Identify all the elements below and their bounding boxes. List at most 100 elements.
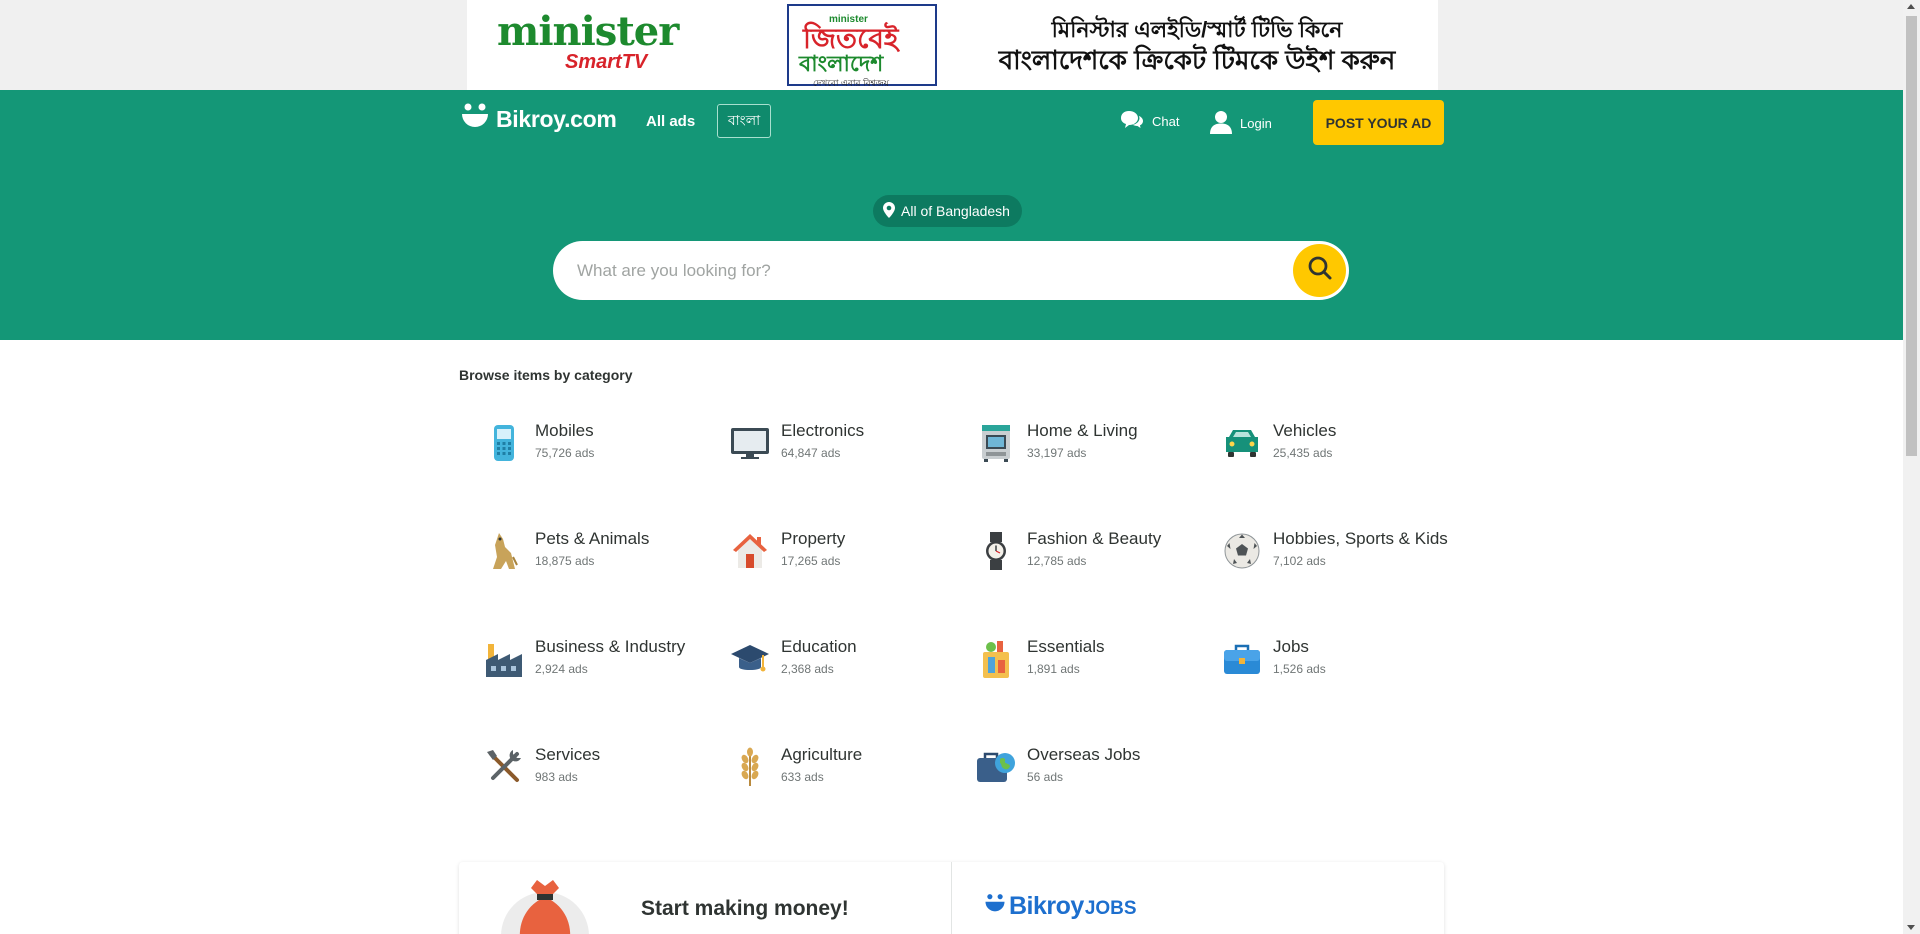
language-toggle-button[interactable]: বাংলা	[717, 104, 771, 138]
category-name: Jobs	[1273, 637, 1309, 656]
factory-icon	[483, 638, 525, 680]
money-bag-icon	[493, 874, 603, 934]
category-name: Business & Industry	[535, 637, 686, 656]
category-home-living[interactable]: Home & Living 33,197 ads	[975, 420, 1215, 470]
scroll-down-arrow-icon[interactable]	[1907, 925, 1915, 930]
login-link[interactable]: Login	[1210, 110, 1272, 137]
mobile-phone-icon	[483, 422, 525, 464]
category-count: 17,265 ads	[781, 554, 841, 568]
start-making-money-title: Start making money!	[641, 897, 849, 920]
category-count: 12,785 ads	[1027, 554, 1087, 568]
map-pin-icon	[883, 201, 895, 221]
category-name: Fashion & Beauty	[1027, 529, 1162, 548]
category-name: Agriculture	[781, 745, 863, 764]
user-icon	[1210, 110, 1232, 137]
browse-categories-title: Browse items by category	[459, 367, 633, 383]
category-fashion-beauty[interactable]: Fashion & Beauty 12,785 ads	[975, 528, 1215, 578]
category-education[interactable]: Education 2,368 ads	[729, 636, 969, 686]
banner-campaign-badge: minister জিতবেই বাংলাদেশ দেখবো এবার বিশ্…	[787, 4, 937, 88]
category-name: Services	[535, 745, 601, 764]
briefcase-icon	[1221, 638, 1263, 680]
category-essentials[interactable]: Essentials 1,891 ads	[975, 636, 1215, 686]
category-agriculture[interactable]: Agriculture 633 ads	[729, 744, 969, 794]
category-vehicles[interactable]: Vehicles 25,435 ads	[1221, 420, 1461, 470]
smiley-logo-icon	[984, 893, 1006, 920]
search-button[interactable]	[1293, 244, 1346, 297]
grocery-bag-icon	[975, 638, 1017, 680]
banner-badge-line1: জিতবেই	[803, 23, 899, 54]
site-logo[interactable]: Bikroy.com	[460, 103, 617, 136]
cards-divider	[951, 862, 952, 934]
category-hobbies-sports-kids[interactable]: Hobbies, Sports & Kids 7,102 ads	[1221, 528, 1461, 578]
category-name: Property	[781, 529, 846, 548]
chat-link[interactable]: Chat	[1120, 110, 1179, 133]
ad-banner[interactable]: minister SmartTV minister জিতবেই বাংলাদে…	[467, 0, 1438, 90]
category-name: Home & Living	[1027, 421, 1138, 440]
category-name: Electronics	[781, 421, 865, 440]
car-icon	[1221, 422, 1263, 464]
category-count: 1,891 ads	[1027, 662, 1080, 676]
banner-badge-line3: দেখবো এবার বিশ্বজয়	[813, 78, 890, 88]
category-count: 75,726 ads	[535, 446, 595, 460]
search-input[interactable]	[577, 241, 1257, 300]
category-count: 18,875 ads	[535, 554, 595, 568]
post-your-ad-button[interactable]: POST YOUR AD	[1313, 100, 1444, 145]
banner-slogan-line1: মিনিস্টার এলইডি/স্মার্ট টিভি কিনে	[1051, 17, 1343, 42]
banner-brand-logo: minister SmartTV	[497, 8, 679, 73]
bikroy-jobs-logo[interactable]: Bikroy JOBS	[984, 892, 1137, 921]
chat-bubbles-icon	[1120, 110, 1144, 133]
monitor-icon	[729, 422, 771, 464]
category-services[interactable]: Services 983 ads	[483, 744, 723, 794]
category-name: Pets & Animals	[535, 529, 650, 548]
category-grid: Mobiles 75,726 ads Electronics 64,847 ad…	[483, 420, 1483, 800]
location-selector[interactable]: All of Bangladesh	[873, 195, 1022, 227]
category-count: 7,102 ads	[1273, 554, 1326, 568]
category-mobiles[interactable]: Mobiles 75,726 ads	[483, 420, 723, 470]
header: Bikroy.com All ads বাংলা Chat Login POST…	[0, 90, 1903, 340]
category-count: 983 ads	[535, 770, 578, 784]
all-ads-link[interactable]: All ads	[646, 113, 695, 130]
category-name: Vehicles	[1273, 421, 1337, 440]
category-property[interactable]: Property 17,265 ads	[729, 528, 969, 578]
category-business-industry[interactable]: Business & Industry 2,924 ads	[483, 636, 723, 686]
category-count: 33,197 ads	[1027, 446, 1087, 460]
category-count: 2,368 ads	[781, 662, 834, 676]
banner-slogan-line2: বাংলাদেশকে ক্রিকেট টিমকে উইশ করুন	[998, 45, 1396, 75]
ad-banner-area: minister SmartTV minister জিতবেই বাংলাদে…	[0, 0, 1903, 90]
football-icon	[1221, 530, 1263, 572]
banner-brand-name: minister	[497, 8, 679, 55]
category-count: 25,435 ads	[1273, 446, 1333, 460]
watch-icon	[975, 530, 1017, 572]
category-name: Essentials	[1027, 637, 1105, 656]
home-appliance-icon	[975, 422, 1017, 464]
scroll-up-arrow-icon[interactable]	[1907, 4, 1915, 9]
search-bar	[553, 241, 1349, 300]
category-count: 64,847 ads	[781, 446, 841, 460]
category-count: 56 ads	[1027, 770, 1064, 784]
smiley-logo-icon	[460, 103, 490, 136]
banner-badge-line2: বাংলাদেশ	[799, 51, 884, 76]
category-jobs[interactable]: Jobs 1,526 ads	[1221, 636, 1461, 686]
category-count: 633 ads	[781, 770, 824, 784]
pet-icon	[483, 530, 525, 572]
login-label: Login	[1240, 116, 1272, 131]
jobs-brand-text: Bikroy	[1009, 892, 1084, 920]
category-name: Education	[781, 637, 857, 656]
jobs-suffix-text: JOBS	[1084, 897, 1137, 919]
site-logo-text: Bikroy.com	[496, 105, 617, 132]
page-scrollbar[interactable]	[1903, 0, 1920, 934]
category-electronics[interactable]: Electronics 64,847 ads	[729, 420, 969, 470]
banner-slogan: মিনিস্টার এলইডি/স্মার্ট টিভি কিনে বাংলাদ…	[987, 16, 1407, 76]
location-label: All of Bangladesh	[901, 203, 1010, 219]
category-overseas-jobs[interactable]: Overseas Jobs 56 ads	[975, 744, 1215, 794]
category-name: Mobiles	[535, 421, 594, 440]
graduation-cap-icon	[729, 638, 771, 680]
category-pets-animals[interactable]: Pets & Animals 18,875 ads	[483, 528, 723, 578]
scrollbar-thumb[interactable]	[1906, 16, 1917, 456]
tools-icon	[483, 746, 525, 788]
wheat-icon	[729, 746, 771, 788]
house-icon	[729, 530, 771, 572]
category-count: 2,924 ads	[535, 662, 588, 676]
search-icon	[1307, 255, 1333, 286]
category-name: Hobbies, Sports & Kids	[1273, 529, 1448, 548]
